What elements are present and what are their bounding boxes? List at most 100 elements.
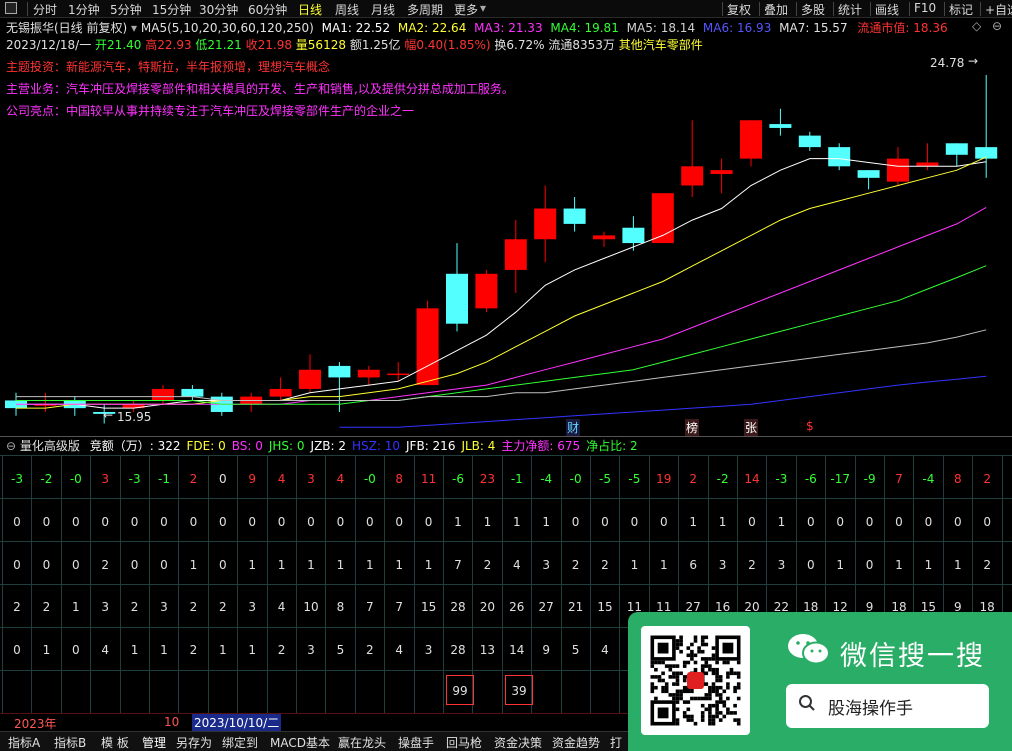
collapse-icon[interactable]: ⊖ — [992, 19, 1002, 33]
candle-17[interactable] — [504, 220, 527, 293]
candle-1[interactable] — [34, 392, 57, 412]
qr-module — [736, 660, 741, 665]
candle-6[interactable] — [181, 385, 204, 401]
marker-rise[interactable]: 张 — [744, 419, 759, 436]
qr-module — [729, 711, 734, 715]
candle-19[interactable] — [563, 197, 586, 232]
diamond-icon[interactable]: ◇ — [972, 19, 981, 33]
indicator-tab-3[interactable]: 管理 — [142, 734, 166, 751]
toolbar-right-7[interactable]: +自选 — [985, 1, 1012, 18]
qr-module — [700, 667, 705, 672]
candle-18[interactable] — [534, 185, 557, 263]
candle-15[interactable] — [446, 243, 468, 332]
ma2-value: MA2: 22.64 — [397, 21, 467, 35]
indicator-cell-r4-c5: 1 — [160, 643, 168, 657]
period-tab-10[interactable]: 更多 — [454, 1, 478, 18]
period-tab-4[interactable]: 30分钟 — [199, 1, 238, 18]
candle-10[interactable] — [299, 354, 321, 393]
quote-sector[interactable]: 其他汽车零部件 — [619, 38, 703, 52]
qr-module — [679, 671, 683, 676]
qr-module — [700, 718, 705, 722]
indicator-tab-6[interactable]: MACD基本 — [270, 734, 330, 751]
qr-module — [661, 678, 665, 683]
indicator-cell-r1-c20: 0 — [601, 515, 609, 529]
stock-name[interactable]: 无锡振华(日线 前复权) — [6, 21, 127, 35]
qr-module — [650, 664, 655, 668]
indicator-cell-r2-c24: 3 — [718, 558, 727, 572]
indicator-tab-4[interactable]: 另存为 — [176, 734, 212, 751]
candle-21[interactable] — [622, 216, 645, 251]
indicator-title[interactable]: 量化高级版 — [20, 439, 80, 453]
period-tab-3[interactable]: 15分钟 — [152, 1, 191, 18]
toolbar-right-2[interactable]: 多股 — [801, 1, 825, 18]
period-tab-5[interactable]: 60分钟 — [248, 1, 287, 18]
candle-14[interactable] — [416, 300, 439, 386]
window-icon[interactable] — [5, 2, 17, 14]
dropdown-icon[interactable]: ▾ — [131, 21, 137, 35]
qr-module — [654, 696, 658, 701]
candle-23[interactable] — [681, 120, 704, 198]
period-tab-7[interactable]: 周线 — [335, 1, 359, 18]
toolbar-right-3[interactable]: 统计 — [838, 1, 862, 18]
indicator-tab-1[interactable]: 指标B — [54, 734, 86, 751]
qr-module — [700, 639, 705, 643]
candle-33[interactable] — [975, 74, 998, 178]
marker-list[interactable]: 榜 — [685, 419, 700, 436]
period-tab-8[interactable]: 月线 — [371, 1, 395, 18]
indicator-tab-5[interactable]: 绑定到 — [222, 734, 258, 751]
indicator-tab-11[interactable]: 资金趋势 — [552, 734, 600, 751]
candle-12[interactable] — [357, 365, 380, 386]
toolbar-right-0[interactable]: 复权 — [727, 1, 751, 18]
candle-13[interactable] — [387, 362, 410, 382]
candle-8[interactable] — [240, 392, 263, 412]
candle-26[interactable] — [769, 108, 792, 136]
candle-29[interactable] — [857, 170, 880, 190]
period-tab-0[interactable]: 分时 — [33, 1, 57, 18]
qr-code — [641, 626, 750, 735]
qr-module — [672, 664, 676, 668]
qr-module — [664, 682, 669, 686]
indicator-tab-0[interactable]: 指标A — [8, 734, 40, 751]
candle-32[interactable] — [945, 143, 968, 167]
toolbar-right-1[interactable]: 叠加 — [764, 1, 788, 18]
candle-9[interactable] — [269, 377, 292, 401]
candle-24[interactable] — [710, 158, 733, 194]
qr-module — [715, 685, 719, 690]
indicator-cell-r1-c33: 0 — [983, 515, 991, 529]
candle-20[interactable] — [593, 231, 615, 247]
toolbar-right-4[interactable]: 画线 — [875, 1, 899, 18]
candle-28[interactable] — [828, 143, 851, 171]
candle-2[interactable] — [63, 396, 86, 416]
indicator-cell-r2-c12: 1 — [365, 558, 374, 572]
indicator-tab-8[interactable]: 操盘手 — [398, 734, 434, 751]
toolbar-separator — [759, 2, 760, 16]
wechat-search-box[interactable]: 股海操作手 — [786, 684, 989, 728]
indicator-tab-2[interactable]: 模 板 — [101, 734, 129, 751]
period-tab-2[interactable]: 5分钟 — [110, 1, 142, 18]
period-tab-1[interactable]: 1分钟 — [68, 1, 100, 18]
toolbar-right-6[interactable]: 标记 — [949, 1, 973, 18]
qr-module — [675, 642, 680, 647]
period-tab-6[interactable]: 日线 — [298, 1, 322, 18]
indicator-cell-r4-c12: 2 — [365, 643, 374, 657]
candle-27[interactable] — [798, 131, 821, 151]
more-chevron-icon[interactable]: ▾ — [480, 1, 486, 15]
qr-module — [697, 696, 701, 701]
marker-finance[interactable]: 财 — [566, 419, 581, 436]
indicator-cell-r2-c33: 2 — [983, 558, 991, 572]
indicator-tab-9[interactable]: 回马枪 — [446, 734, 482, 751]
candle-5[interactable] — [152, 385, 174, 405]
period-tab-9[interactable]: 多周期 — [407, 1, 443, 18]
marker-dollar[interactable]: $ — [806, 419, 814, 433]
price-chart[interactable] — [0, 55, 1012, 435]
qr-module — [736, 721, 741, 726]
indicator-cell-r2-c2: 0 — [71, 558, 80, 572]
indicator-cell-r1-c0: 0 — [13, 515, 21, 529]
candle-25[interactable] — [740, 120, 762, 167]
indicator-tab-10[interactable]: 资金决策 — [494, 734, 542, 751]
indicator-collapse-icon[interactable]: ⊖ — [6, 439, 16, 453]
toolbar-right-5[interactable]: F10 — [914, 1, 936, 15]
candle-16[interactable] — [475, 269, 498, 313]
indicator-tab-7[interactable]: 赢在龙头 — [338, 734, 386, 751]
indicator-tab-12[interactable]: 打 — [610, 734, 622, 751]
